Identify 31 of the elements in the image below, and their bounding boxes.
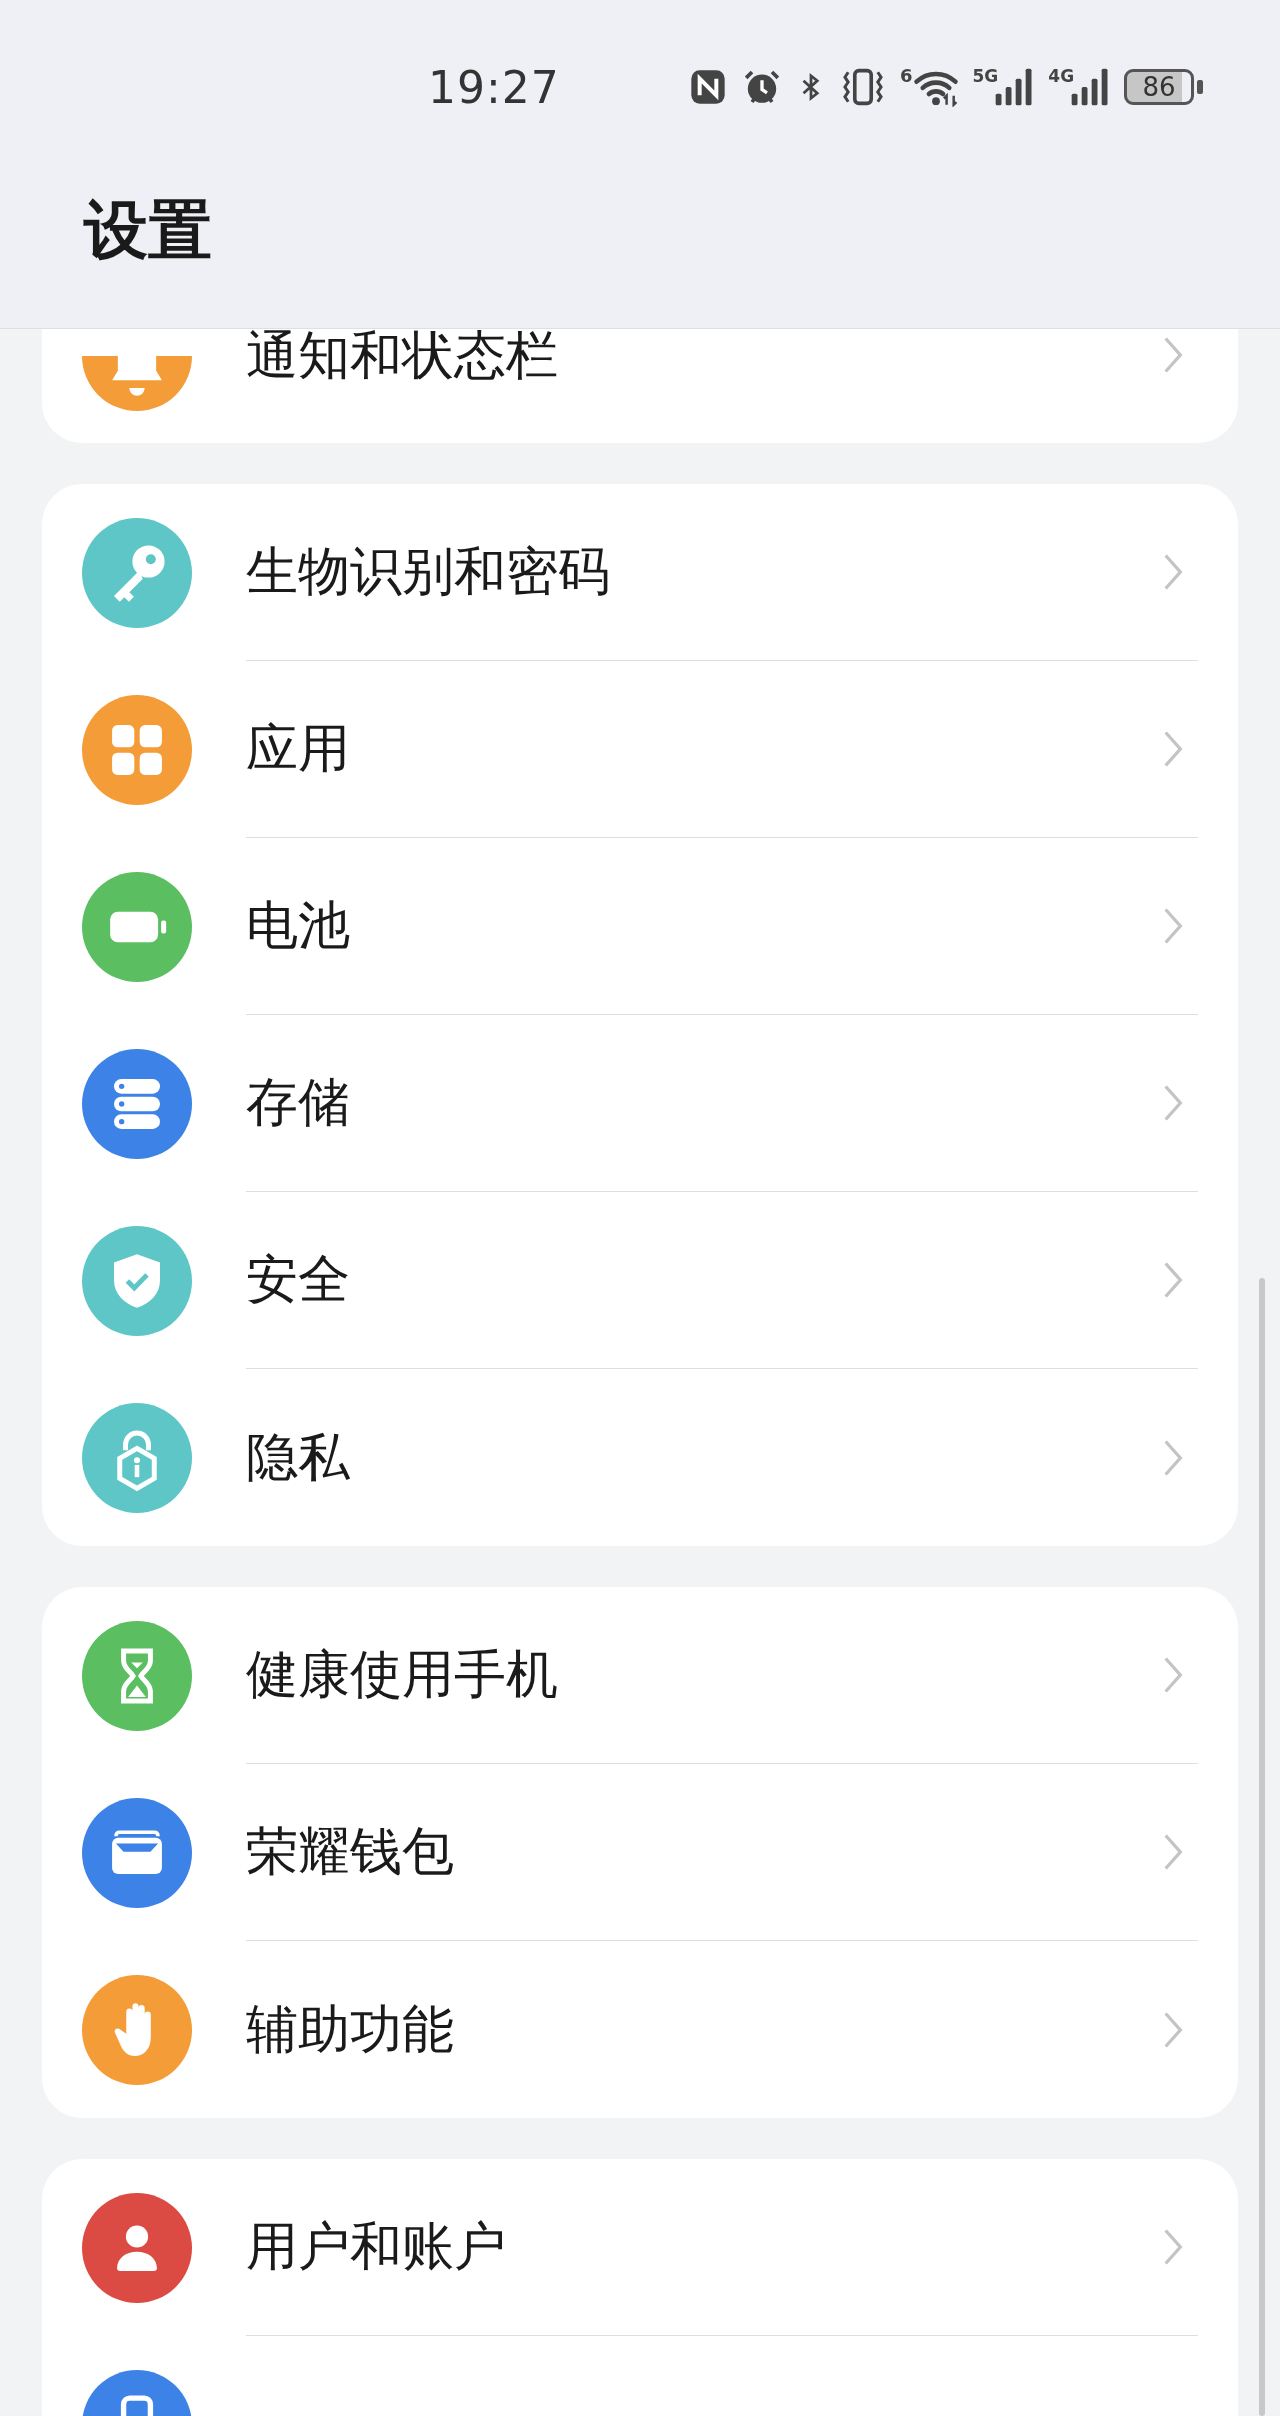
settings-row[interactable]: 辅助功能	[42, 1941, 1238, 2118]
settings-row[interactable]: 用户和账户	[42, 2159, 1238, 2336]
row-label: 安全	[246, 1248, 350, 1311]
battery-level: 86	[1124, 69, 1195, 105]
row-label: 生物识别和密码	[246, 540, 610, 603]
settings-row[interactable]: 存储	[42, 1015, 1238, 1192]
row-label: 辅助功能	[246, 1997, 454, 2061]
settings-row[interactable]: 通知和状态栏	[42, 329, 1238, 443]
settings-row[interactable]: 应用	[42, 661, 1238, 838]
settings-row[interactable]: 安全	[42, 1192, 1238, 1369]
battery-tip-icon	[1197, 80, 1204, 94]
settings-row[interactable]: 电池	[42, 838, 1238, 1015]
row-label: 用户和账户	[246, 2215, 506, 2278]
settings-row[interactable]: 健康使用手机	[42, 1587, 1238, 1764]
network-label: 5G	[972, 67, 999, 85]
row-label: 隐私	[246, 1425, 350, 1489]
settings-row[interactable]: 生物识别和密码	[42, 484, 1238, 661]
nfc-icon	[688, 67, 728, 107]
row-label: 应用	[246, 717, 350, 780]
settings-row[interactable]: 荣耀钱包	[42, 1764, 1238, 1941]
row-label: 健康使用手机	[246, 1643, 558, 1706]
row-label: 电池	[246, 894, 350, 957]
clock-time: 19:27	[428, 61, 561, 113]
row-label: 存储	[246, 1071, 350, 1134]
vibrate-icon	[840, 67, 886, 107]
row-label: 荣耀钱包	[246, 1820, 454, 1883]
page-title: 设置	[84, 192, 213, 269]
settings-row[interactable]: 隐私	[42, 1369, 1238, 1546]
row-label: 通知和状态栏	[246, 329, 558, 381]
wifi-label: 6	[900, 67, 913, 85]
network-label: 4G	[1048, 67, 1075, 85]
